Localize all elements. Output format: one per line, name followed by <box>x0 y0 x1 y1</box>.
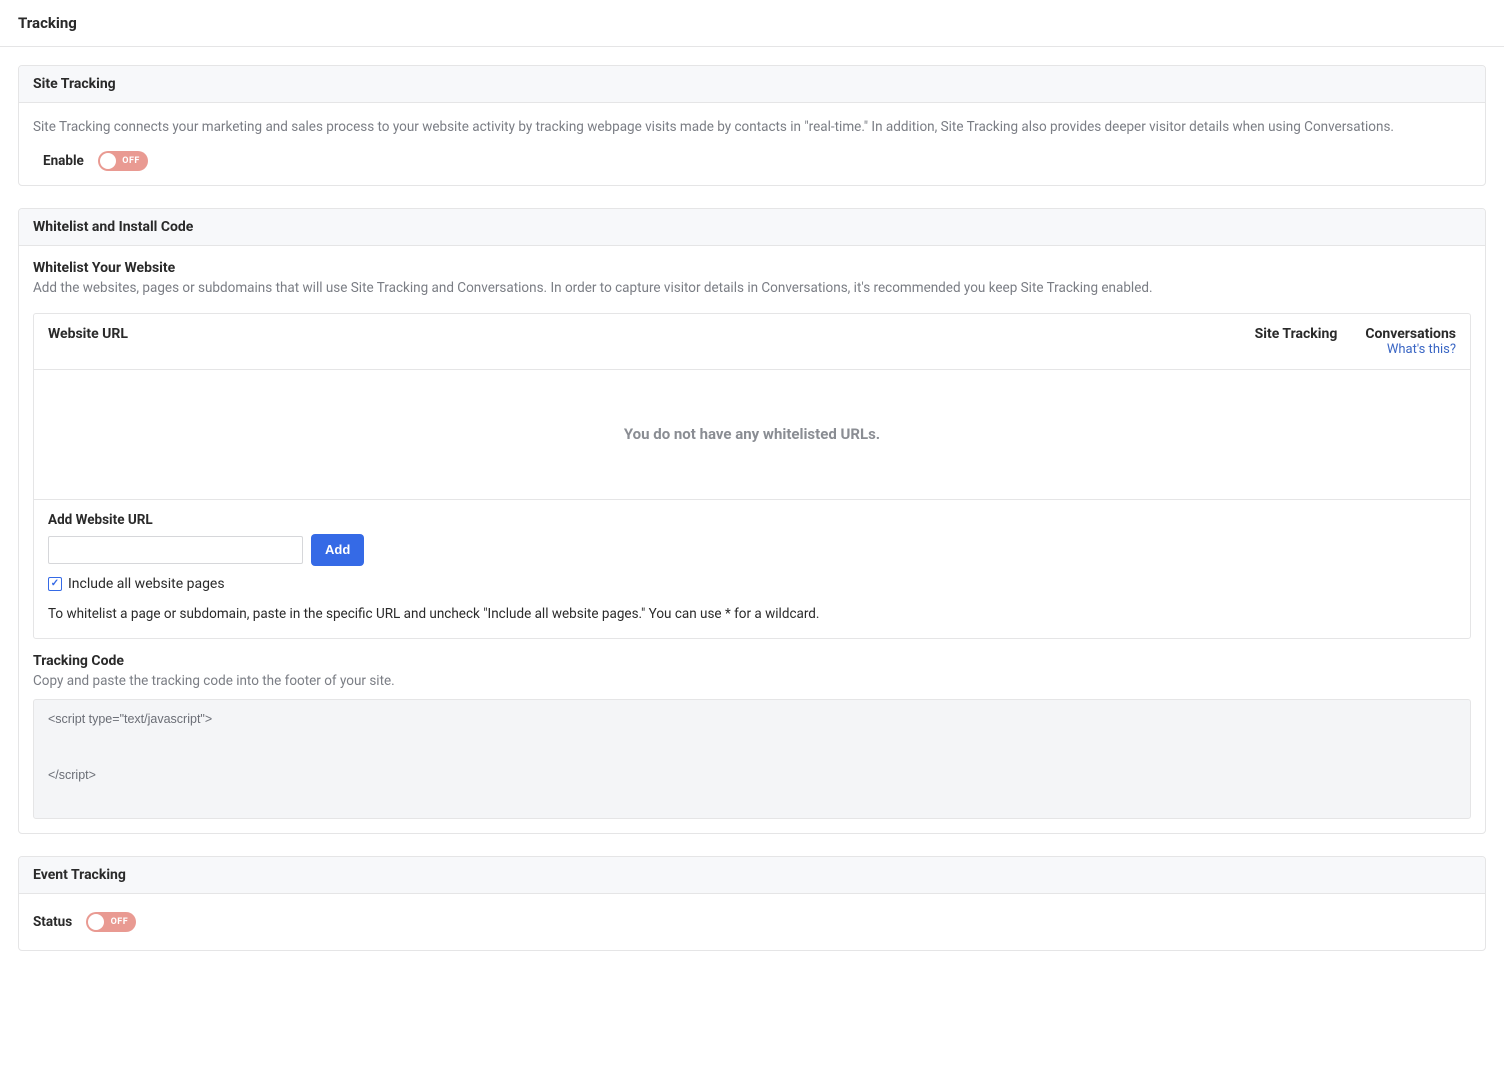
col-website-url: Website URL <box>48 326 128 342</box>
whitelist-empty-state: You do not have any whitelisted URLs. <box>34 370 1470 500</box>
add-url-section: Add Website URL Add ✓ Include all websit… <box>34 500 1470 638</box>
whitelist-table: Website URL Site Tracking Conversations … <box>33 313 1471 639</box>
event-tracking-panel: Event Tracking Status OFF <box>18 856 1486 951</box>
whitelist-subheading: Whitelist Your Website <box>33 260 1471 276</box>
status-label: Status <box>33 914 72 930</box>
col-site-tracking: Site Tracking <box>1255 326 1338 342</box>
toggle-knob-icon <box>100 153 116 169</box>
include-all-label: Include all website pages <box>68 576 225 592</box>
include-all-checkbox[interactable]: ✓ <box>48 577 62 591</box>
enable-label: Enable <box>43 153 84 169</box>
toggle-state-text: OFF <box>122 156 140 166</box>
tracking-code-box[interactable]: <script type="text/javascript"> </script… <box>33 699 1471 819</box>
event-tracking-header: Event Tracking <box>19 857 1485 894</box>
whitelist-install-panel: Whitelist and Install Code Whitelist You… <box>18 208 1486 834</box>
toggle-knob-icon <box>88 914 104 930</box>
tracking-code-desc: Copy and paste the tracking code into th… <box>33 671 1471 691</box>
whitelist-panel-header: Whitelist and Install Code <box>19 209 1485 246</box>
whitelist-description: Add the websites, pages or subdomains th… <box>33 278 1471 298</box>
whats-this-link[interactable]: What's this? <box>1387 342 1456 357</box>
add-button[interactable]: Add <box>311 534 364 566</box>
whitelist-hint: To whitelist a page or subdomain, paste … <box>48 606 1456 622</box>
site-tracking-panel: Site Tracking Site Tracking connects you… <box>18 65 1486 186</box>
check-icon: ✓ <box>51 579 59 589</box>
event-tracking-toggle[interactable]: OFF <box>86 912 136 932</box>
website-url-input[interactable] <box>48 536 303 564</box>
whitelist-table-header: Website URL Site Tracking Conversations … <box>34 314 1470 370</box>
tracking-code-heading: Tracking Code <box>33 653 1471 669</box>
site-tracking-toggle[interactable]: OFF <box>98 151 148 171</box>
site-tracking-header: Site Tracking <box>19 66 1485 103</box>
site-tracking-description: Site Tracking connects your marketing an… <box>33 117 1471 137</box>
toggle-state-text: OFF <box>111 917 129 927</box>
page-title: Tracking <box>0 0 1504 47</box>
add-url-label: Add Website URL <box>48 512 1456 528</box>
col-conversations: Conversations <box>1365 326 1456 342</box>
